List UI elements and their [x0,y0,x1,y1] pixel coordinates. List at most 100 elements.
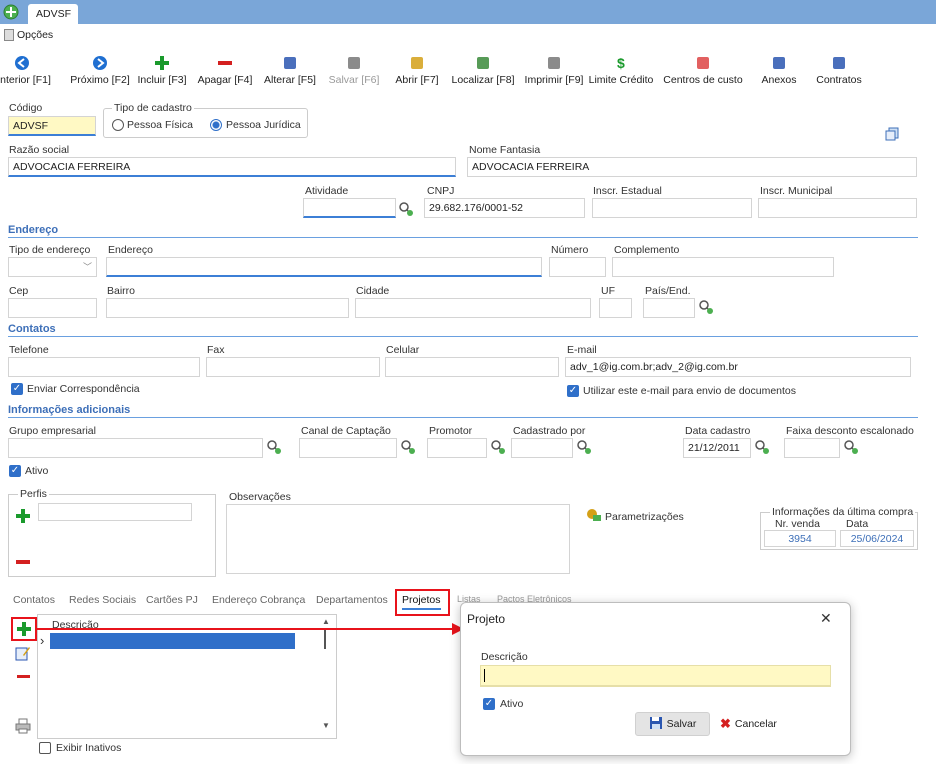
dialog-cancelar-button[interactable]: ✖ Cancelar [720,712,790,736]
pais-input[interactable] [643,298,695,318]
parametrizacoes-link[interactable]: Parametrizações [605,511,684,523]
copy-icon[interactable] [885,127,899,141]
atividade-input[interactable] [303,198,396,218]
tab-contatos[interactable]: Contatos [13,594,55,606]
observacoes-textarea[interactable] [226,504,570,574]
nr-venda-label: Nr. venda [775,518,820,530]
utilizar-email-label: Utilizar este e-mail para envio de docum… [583,385,797,397]
nome-fantasia-label: Nome Fantasia [469,144,541,156]
razao-social-input[interactable]: ADVOCACIA FERREIRA [8,157,456,177]
cadastrado-search-icon[interactable] [576,439,592,455]
email-input[interactable]: adv_1@ig.com.br;adv_2@ig.com.br [565,357,911,377]
exibir-inativos-checkbox[interactable] [39,742,51,754]
grupo-search-icon[interactable] [266,439,282,455]
save-icon [649,716,663,733]
faixa-search-icon[interactable] [843,439,859,455]
atividade-search-icon[interactable] [398,201,414,217]
telefone-label: Telefone [9,344,49,356]
pais-search-icon[interactable] [698,299,714,315]
arrow-left-circle-icon [0,52,62,74]
pessoa-juridica-label: Pessoa Jurídica [226,119,301,131]
cidade-label: Cidade [356,285,390,297]
cep-label: Cep [9,285,29,297]
faixa-desconto-input[interactable] [784,438,840,458]
uf-input[interactable] [599,298,632,318]
new-tab-icon[interactable] [3,4,19,20]
dialog-salvar-button[interactable]: Salvar [635,712,710,736]
scroll-down-icon[interactable]: ▼ [322,721,330,730]
tab-departamentos[interactable]: Departamentos [316,594,388,606]
tab-endere-o-cobran-a[interactable]: Endereço Cobrança [212,594,305,606]
cancel-icon: ✖ [720,716,731,731]
exibir-inativos-label: Exibir Inativos [56,742,122,754]
endereco-input[interactable] [106,257,542,277]
options-menu[interactable]: Opções [4,29,53,41]
cidade-input[interactable] [355,298,591,318]
pessoa-fisica-radio[interactable] [112,119,124,131]
nome-fantasia-input[interactable]: ADVOCACIA FERREIRA [467,157,917,177]
toolbar-button-12[interactable]: Contratos [799,52,879,86]
dialog-ativo-checkbox[interactable]: ✓ [483,698,495,710]
perfis-list[interactable] [38,503,192,521]
bairro-input[interactable] [106,298,349,318]
cost-center-icon [663,52,743,74]
options-menu-label: Opções [17,29,54,41]
chevron-down-icon: ﹀ [82,262,92,272]
canal-search-icon[interactable] [400,439,416,455]
insc-municipal-label: Inscr. Municipal [760,185,833,197]
cadastrado-por-label: Cadastrado por [513,425,586,437]
toolbar-button-9[interactable]: $ Limite Crédito [581,52,661,86]
canal-captacao-input[interactable] [299,438,397,458]
promotor-input[interactable] [427,438,487,458]
codigo-input[interactable]: ADVSF [8,116,96,136]
data-cadastro-input[interactable]: 21/12/2011 [683,438,751,458]
fax-input[interactable] [206,357,380,377]
projetos-tab-highlight [395,589,450,616]
grid-add-icon[interactable] [16,621,32,637]
endereco-section-title: Endereço [8,224,918,238]
options-icon [4,29,14,41]
cep-input[interactable] [8,298,97,318]
dialog-close-icon[interactable]: ✕ [820,610,832,627]
numero-input[interactable] [549,257,606,277]
dialog-descricao-input[interactable] [480,665,831,687]
toolbar-button-10[interactable]: Centros de custo [663,52,743,86]
toolbar-button-7[interactable]: Localizar [F8] [443,52,523,86]
ultima-compra-title: Informações da última compra [770,506,916,518]
grid-edit-icon[interactable] [15,645,31,661]
pessoa-juridica-radio[interactable] [210,119,222,131]
tipo-endereco-select[interactable]: ﹀ [8,257,97,277]
toolbar-button-0[interactable]: Anterior [F1] [0,52,62,86]
celular-input[interactable] [385,357,559,377]
insc-municipal-input[interactable] [758,198,917,218]
red-arrow-annotation [36,623,464,635]
insc-estadual-input[interactable] [592,198,752,218]
svg-text:$: $ [617,55,625,71]
contract-icon [799,52,879,74]
utilizar-email-checkbox[interactable]: ✓ [567,385,579,397]
telefone-input[interactable] [8,357,200,377]
document-tab[interactable]: ADVSF [28,4,78,24]
grupo-empresarial-input[interactable] [8,438,263,458]
grid-remove-icon[interactable] [17,675,30,678]
perfis-add-icon[interactable] [15,508,31,524]
dialog-descricao-label: Descrição [481,651,528,663]
ativo-checkbox[interactable]: ✓ [9,465,21,477]
perfis-remove-icon[interactable] [16,560,30,564]
tab-redes-sociais[interactable]: Redes Sociais [69,594,136,606]
toolbar-button-label: Contratos [816,74,862,86]
observacoes-label: Observações [229,491,291,503]
parametrizacoes-icon[interactable] [586,508,602,522]
cancelar-label: Cancelar [734,718,777,730]
enviar-correspondencia-checkbox[interactable]: ✓ [11,383,23,395]
search-icon [443,52,523,74]
cnpj-input[interactable]: 29.682.176/0001-52 [424,198,585,218]
razao-social-label: Razão social [9,144,70,156]
data-cadastro-search-icon[interactable] [754,439,770,455]
cadastrado-por-input[interactable] [511,438,573,458]
promotor-search-icon[interactable] [490,439,506,455]
salvar-label: Salvar [666,718,697,730]
grid-print-icon[interactable] [15,718,31,734]
complemento-input[interactable] [612,257,834,277]
tab-cart-es-pj[interactable]: Cartões PJ [146,594,198,606]
